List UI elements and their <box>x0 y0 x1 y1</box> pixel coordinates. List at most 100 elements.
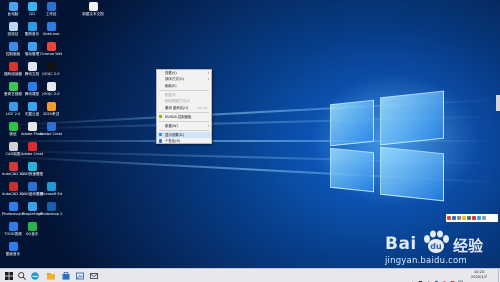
desktop-icon-label: Chrome Webn... <box>40 52 62 56</box>
chevron-up-icon[interactable] <box>410 272 415 282</box>
start-icon[interactable] <box>4 271 14 281</box>
emoji-icon <box>462 216 466 220</box>
keyboard-icon <box>467 216 471 220</box>
nvidia-icon <box>159 115 163 119</box>
edge-icon[interactable] <box>30 271 40 281</box>
side-panel-tab[interactable] <box>496 95 500 111</box>
display-icon <box>159 133 163 137</box>
search-icon[interactable] <box>17 271 27 281</box>
desktop-icon-qqm[interactable]: QQ音乐 <box>21 222 43 242</box>
baidu-paw-icon: du <box>424 230 449 253</box>
security-shield-icon[interactable] <box>434 272 439 282</box>
menu-item-new[interactable]: 新建(W) › <box>157 123 211 129</box>
desktop-icon-label: 新建文本文档 <box>82 12 104 16</box>
ps2-icon <box>8 202 18 211</box>
menu-item-personalize[interactable]: 个性化(R) <box>157 138 211 144</box>
desktop-icon-label: Microsoft Edge <box>40 192 62 196</box>
desktop-icon-tool[interactable]: Geek.exe <box>40 22 62 42</box>
editor-icon <box>46 2 56 11</box>
kid-icon <box>27 122 37 131</box>
desktop-icon-pdf[interactable]: Adobe Creati <box>21 142 43 162</box>
desktop-icon-label: JOOJC 2.0 <box>42 72 60 76</box>
watermark-brand-right: 经验 <box>453 237 484 255</box>
desktop-icon-label: 酷我音乐 <box>5 252 21 256</box>
desktop-icon-black[interactable]: JOOJC 2.0 <box>40 62 62 82</box>
cadv-icon <box>27 162 37 171</box>
desktop-icon-editor[interactable]: 工作站 <box>40 2 62 22</box>
desktop-icon-wps[interactable]: JOOJC 2.0 <box>40 82 62 102</box>
settings-icon <box>482 216 486 220</box>
action-center-icon[interactable] <box>458 272 463 282</box>
menu-item-nvidia-control-panel[interactable]: NVIDIA 控制面板 <box>157 114 211 120</box>
chevron-right-icon: › <box>207 123 209 128</box>
desktop-icon-label: Photoshop 2020 <box>40 212 62 216</box>
ime-indicator-icon[interactable] <box>450 272 455 282</box>
qqm-icon <box>27 222 37 231</box>
file-explorer-icon[interactable] <box>46 271 56 281</box>
edge-icon <box>46 182 56 191</box>
desktop-icon-folder[interactable]: 新建文本文档 <box>82 2 104 22</box>
personalize-icon <box>159 139 163 143</box>
volume-icon[interactable] <box>426 272 431 282</box>
folder-icon <box>88 2 98 11</box>
ps3-icon <box>46 202 56 211</box>
acrobat-icon <box>8 182 18 191</box>
menu-item-refresh[interactable]: 刷新(E) <box>157 83 211 89</box>
music2-icon <box>8 242 18 251</box>
kugou-icon <box>27 22 37 31</box>
note-icon <box>27 62 37 71</box>
desktop-icon-edge[interactable]: Microsoft Edge <box>40 182 62 202</box>
network-icon[interactable] <box>418 272 423 282</box>
desktop-icon-orange[interactable]: 2020考试 <box>40 102 62 122</box>
chrome-icon <box>46 42 56 51</box>
tool-icon <box>46 22 56 31</box>
desktop-icon-label: Adobe Creati <box>40 132 62 136</box>
taskbar: 10:23 2020/1/7 <box>0 268 500 282</box>
photo-icon <box>8 102 18 111</box>
people-icon <box>27 202 37 211</box>
music-icon <box>27 102 37 111</box>
baidu-jingyan-watermark: Bai du 经验 jingyan.baidu.com <box>383 230 498 268</box>
desktop-icon-ps3[interactable]: Photoshop 2020 <box>40 202 62 222</box>
desktop-icon-label: JOOJC 2.0 <box>42 92 60 96</box>
docs-icon <box>27 82 37 91</box>
video-icon <box>8 82 18 91</box>
ps-icon <box>27 182 37 191</box>
chinese-mode-icon <box>452 216 456 220</box>
adobe-icon <box>8 62 18 71</box>
video2-icon <box>8 222 18 231</box>
desktop[interactable]: 此电脑 QQ 工作站 新建文本文档 回收站 酷狗音乐 Geek.exe 控制面板 驱动管理 Chr… <box>0 0 500 268</box>
taskbar-clock[interactable]: 10:23 2020/1/7 <box>466 270 492 280</box>
svg-text:du: du <box>430 242 442 251</box>
desktop-icon-music2[interactable]: 酷我音乐 <box>2 242 24 262</box>
blue2-icon <box>46 122 56 131</box>
watermark-brand-left: Bai <box>385 234 417 254</box>
menu-item-undo-rename[interactable]: 撤消 重命名(U) Ctrl+Z <box>157 105 211 111</box>
punctuation-icon <box>457 216 461 220</box>
wps-icon <box>46 82 56 91</box>
watermark-url: jingyan.baidu.com <box>385 256 467 266</box>
toolbox-icon <box>477 216 481 220</box>
clean-icon <box>27 42 37 51</box>
desktop-icon-label: 2020考试 <box>42 112 60 116</box>
desktop-icon-chrome[interactable]: Chrome Webn... <box>40 42 62 62</box>
desktop-icon-label: 工作站 <box>45 12 57 16</box>
cad-icon <box>8 162 18 171</box>
windows-logo-wallpaper <box>330 88 490 208</box>
skin-icon <box>472 216 476 220</box>
cam-icon <box>8 142 18 151</box>
desktop-icon-label: Geek.exe <box>42 32 60 36</box>
qq-icon <box>27 2 37 11</box>
store-icon[interactable] <box>61 271 71 281</box>
desktop-icon-blue2[interactable]: Adobe Creati <box>40 122 62 142</box>
ime-toolbar[interactable] <box>446 214 498 222</box>
app-tray-icon[interactable] <box>442 272 447 282</box>
wechat-icon <box>8 122 18 131</box>
black-icon <box>46 62 56 71</box>
photos-icon[interactable] <box>75 271 85 281</box>
computer-icon <box>8 2 18 11</box>
desktop-icon-label: QQ音乐 <box>25 232 39 236</box>
desktop-icon-cadv[interactable]: CAD快速看图 <box>21 162 43 182</box>
shortcut-text: Ctrl+Z <box>197 105 207 110</box>
mail-icon[interactable] <box>89 271 99 281</box>
